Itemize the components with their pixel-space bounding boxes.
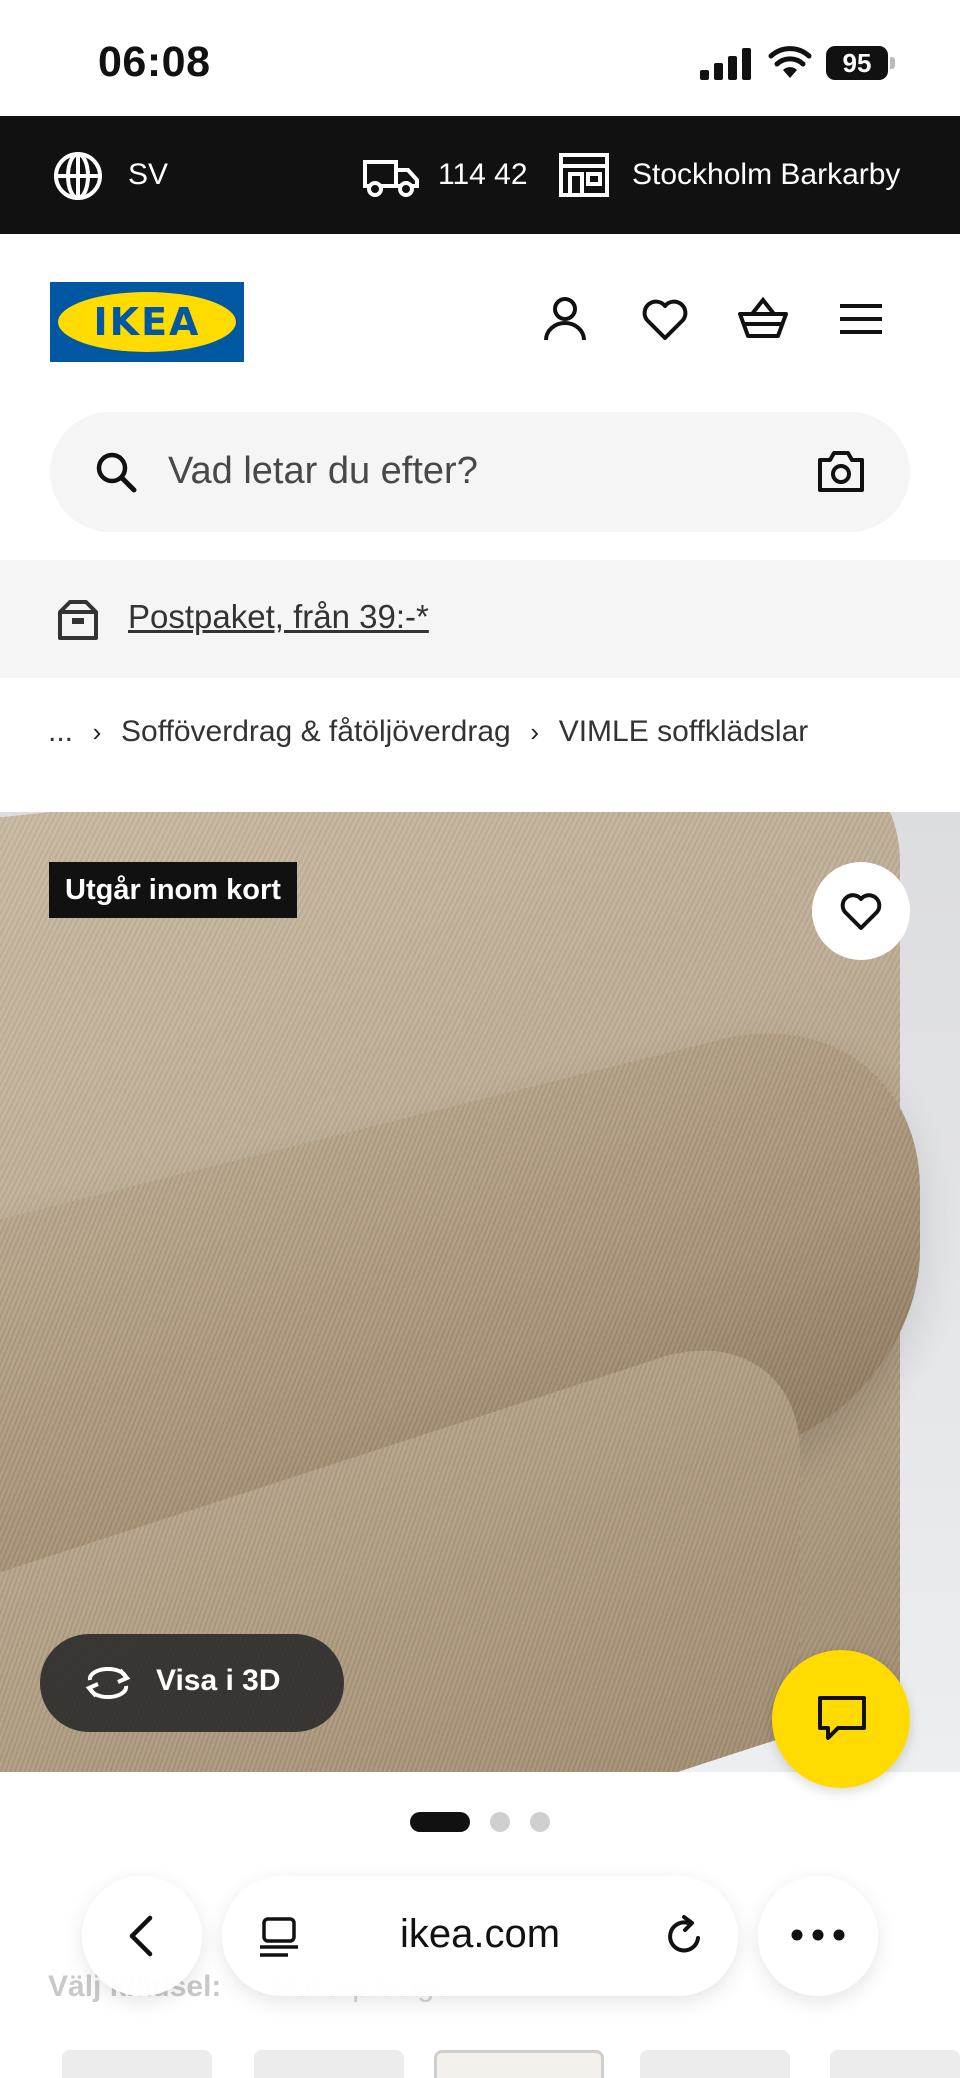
cover-thumbnail-selected[interactable] [434,2050,604,2078]
battery-icon: 95 [826,46,896,80]
shipping-banner: Postpaket, från 39:-* [0,560,960,678]
language-selector[interactable]: SV [128,158,168,192]
cellular-signal-icon [700,48,751,80]
view-in-3d-label: Visa i 3D [156,1664,281,1697]
breadcrumb-ellipsis[interactable]: ... [48,715,73,749]
breadcrumb-item-category[interactable]: Sofföverdrag & fåtöljöverdrag [121,715,511,749]
browser-address-bar[interactable]: ikea.com [222,1876,738,1996]
cover-thumbnail[interactable] [254,2050,404,2078]
browser-url: ikea.com [399,1912,561,1956]
logo-text: IKEA [93,300,201,344]
back-icon [129,1915,153,1957]
pagination-dot[interactable] [530,1812,550,1832]
globe-icon[interactable] [52,150,104,202]
shipping-link[interactable]: Postpaket, från 39:-* [128,598,429,636]
status-badge: Utgår inom kort [49,862,297,918]
add-to-favourites-button[interactable] [812,862,910,960]
breadcrumb-item-product[interactable]: VIMLE soffklädslar [559,715,809,749]
menu-icon[interactable] [836,294,886,344]
status-bar: 06:08 95 [0,0,960,116]
search-placeholder: Vad letar du efter? [168,450,478,492]
breadcrumb: ... › Sofföverdrag & fåtöljöverdrag › VI… [48,710,808,754]
cart-icon[interactable] [738,294,788,344]
reload-icon[interactable] [662,1914,706,1958]
chevron-right-icon: › [530,716,540,747]
camera-icon[interactable] [816,448,866,494]
heart-icon [840,893,882,930]
chevron-right-icon: › [92,716,102,747]
heart-icon[interactable] [640,294,690,344]
site-header: IKEA [0,234,960,410]
wifi-icon [768,46,812,78]
view-in-3d-button[interactable]: Visa i 3D [40,1634,344,1732]
parcel-icon [58,600,98,640]
top-utility-bar: SV 114 42 Stockholm Barkarby [0,116,960,234]
store-icon[interactable] [558,152,610,198]
cover-thumbnail[interactable] [62,2050,212,2078]
delivery-zip[interactable]: 114 42 [438,158,528,192]
browser-back-button[interactable] [82,1876,202,1996]
selected-store[interactable]: Stockholm Barkarby [632,158,900,192]
search-icon [96,452,137,493]
search-input[interactable]: Vad letar du efter? [50,412,910,532]
cover-thumbnail[interactable] [830,2050,960,2078]
status-time: 06:08 [98,38,211,86]
more-icon [791,1929,845,1941]
browser-more-button[interactable] [758,1876,878,1996]
cover-thumbnail[interactable] [640,2050,790,2078]
pagination-dot[interactable] [490,1812,510,1832]
truck-icon[interactable] [362,154,420,198]
battery-level: 95 [826,46,888,80]
pagination-dot-active[interactable] [410,1812,470,1832]
user-icon[interactable] [540,294,590,344]
product-image[interactable] [0,812,960,1772]
chat-icon [818,1696,866,1740]
chat-button[interactable] [772,1650,910,1788]
ikea-logo[interactable]: IKEA [50,282,244,362]
rotate-3d-icon [85,1666,131,1700]
